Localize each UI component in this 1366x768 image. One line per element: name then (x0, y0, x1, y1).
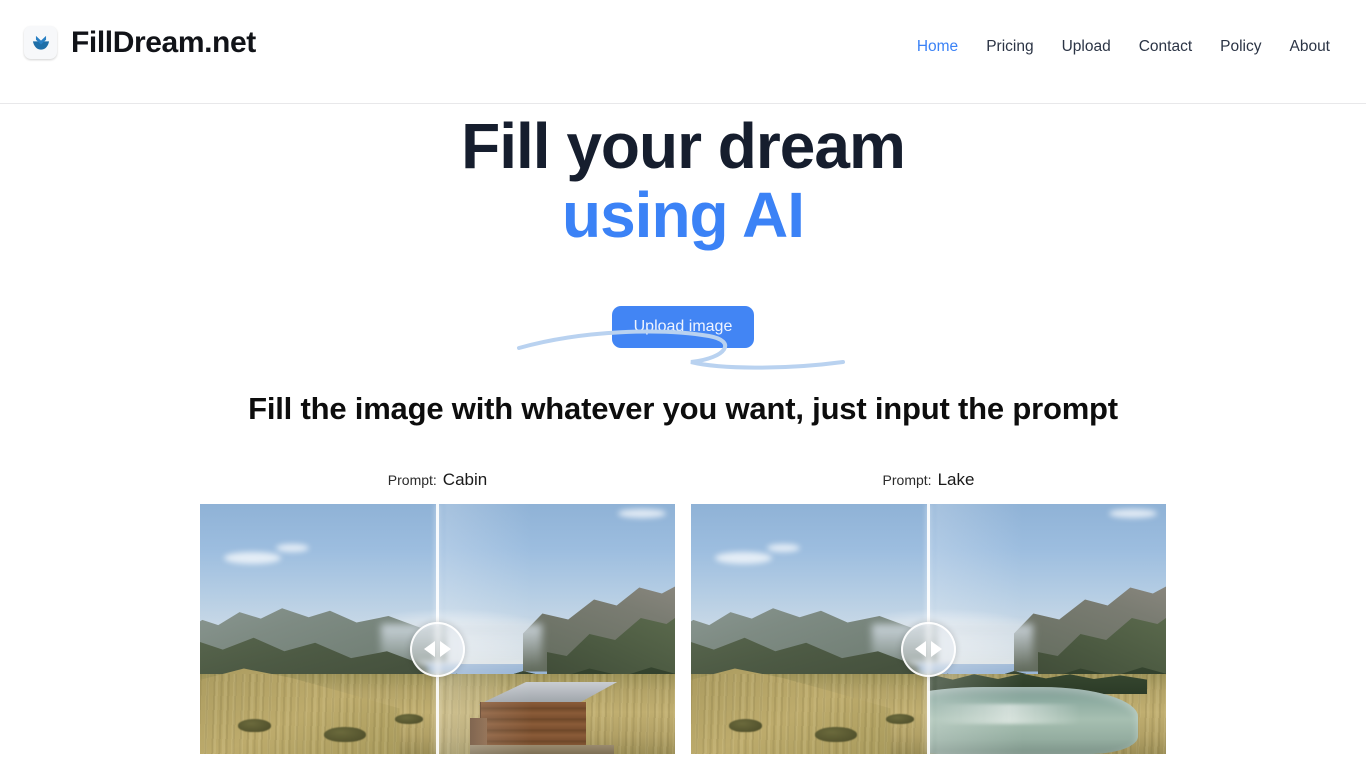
hero-title-line2: using AI (561, 179, 805, 252)
bush (394, 714, 424, 724)
hero-cta-wrap: Upload image (0, 306, 1366, 348)
prompt-line-cabin: Prompt: Cabin (200, 470, 675, 504)
before-after-slider-cabin[interactable] (200, 504, 675, 754)
demo-comparison-row: Prompt: Cabin Prompt: Lake (0, 470, 1366, 754)
nav-item-policy[interactable]: Policy (1206, 34, 1275, 60)
main-nav: Home Pricing Upload Contact Policy About (903, 34, 1344, 60)
nav-item-pricing[interactable]: Pricing (972, 34, 1047, 60)
prompt-label: Prompt: (882, 472, 932, 488)
bush (323, 726, 367, 742)
prompt-line-lake: Prompt: Lake (691, 470, 1166, 504)
before-after-slider-lake[interactable] (691, 504, 1166, 754)
nav-item-upload[interactable]: Upload (1048, 34, 1125, 60)
bush (814, 726, 858, 742)
hero-title-line1: Fill your dream (461, 110, 906, 182)
bush (729, 719, 763, 732)
prompt-label: Prompt: (387, 472, 437, 488)
prompt-value: Cabin (442, 470, 488, 489)
brand-name: FillDream.net (71, 25, 256, 59)
section-heading: Fill the image with whatever you want, j… (248, 390, 1118, 426)
cloud (276, 544, 310, 552)
nav-item-home[interactable]: Home (903, 34, 972, 60)
arrow-left-icon (915, 641, 926, 657)
demo-card-cabin: Prompt: Cabin (200, 470, 675, 754)
arrow-left-icon (424, 641, 435, 657)
brand-logo-link[interactable]: FillDream.net (24, 26, 256, 59)
arrow-right-icon (440, 641, 451, 657)
leaf-chevron-logo-icon (24, 26, 57, 59)
bush (885, 714, 915, 724)
slider-handle[interactable] (410, 621, 465, 677)
nav-item-about[interactable]: About (1275, 34, 1344, 60)
hero-section: Fill your dream using AI Upload image Fi… (0, 104, 1366, 429)
page-title: Fill your dream using AI (0, 104, 1366, 250)
slider-handle[interactable] (901, 621, 956, 677)
cloud (223, 551, 281, 564)
arrow-right-icon (931, 641, 942, 657)
prompt-value: Lake (937, 470, 975, 489)
demo-card-lake: Prompt: Lake (691, 470, 1166, 754)
site-header: FillDream.net Home Pricing Upload Contac… (0, 0, 1366, 104)
upload-image-button[interactable]: Upload image (611, 306, 755, 348)
cloud (714, 551, 772, 564)
bush (238, 719, 272, 732)
cloud (767, 544, 801, 552)
nav-item-contact[interactable]: Contact (1125, 34, 1206, 60)
